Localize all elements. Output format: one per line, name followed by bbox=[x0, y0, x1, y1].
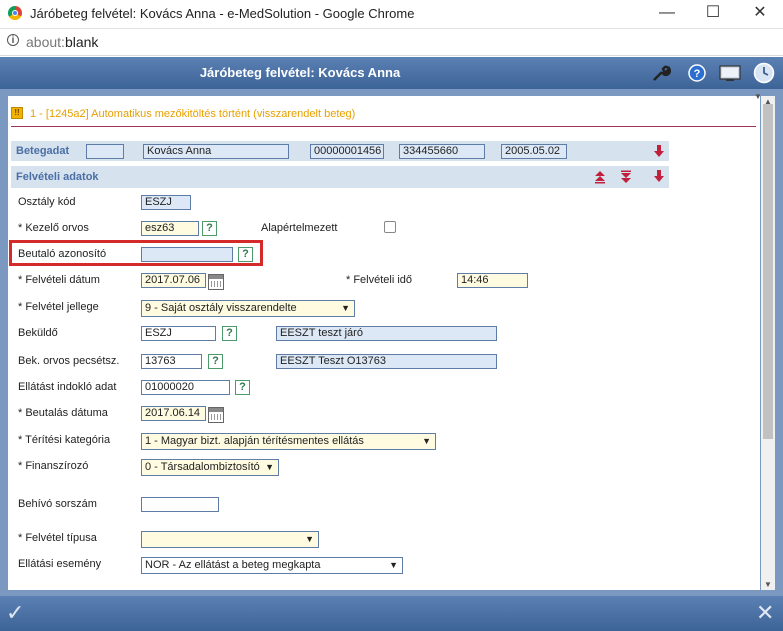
scroll-down-icon[interactable]: ▼ bbox=[764, 580, 772, 589]
admission-date-label: * Felvételi dátum bbox=[18, 274, 100, 286]
care-reason-input[interactable]: 01000020 bbox=[141, 380, 230, 395]
referring-doctor-help-button[interactable]: ? bbox=[208, 354, 223, 369]
attending-doctor-input[interactable]: esz63 bbox=[141, 221, 199, 236]
referring-doctor-stamp-label: Bek. orvos pecsétsz. bbox=[18, 355, 120, 367]
referral-date-label: * Beutalás dátuma bbox=[18, 407, 108, 419]
admission-type-label: * Felvétel típusa bbox=[18, 532, 97, 544]
admission-time-label: * Felvételi idő bbox=[346, 274, 413, 286]
admission-time-input[interactable]: 14:46 bbox=[457, 273, 528, 288]
patient-blank-field bbox=[86, 144, 124, 159]
warning-icon: !! bbox=[11, 107, 23, 119]
cancel-x-icon[interactable]: ✕ bbox=[756, 600, 774, 626]
referring-doctor-description-field: EESZT Teszt O13763 bbox=[276, 354, 497, 369]
window-titlebar: Járóbeteg felvétel: Kovács Anna - e-MedS… bbox=[0, 0, 783, 29]
patient-birthdate-field: 2005.05.02 bbox=[501, 144, 567, 159]
patient-id1-field: 00000001456 bbox=[310, 144, 384, 159]
admission-date-input[interactable]: 2017.07.06 bbox=[141, 273, 206, 288]
chevron-down-icon: ▼ bbox=[389, 560, 398, 570]
payment-category-select[interactable]: 1 - Magyar bizt. alapján térítésmentes e… bbox=[141, 433, 436, 450]
section-expand-down-icon[interactable] bbox=[653, 169, 665, 183]
admission-data-label: Felvételi adatok bbox=[16, 171, 99, 183]
clock-icon[interactable] bbox=[753, 62, 775, 84]
attending-doctor-label: * Kezelő orvos bbox=[18, 222, 89, 234]
close-button[interactable]: ✕ bbox=[737, 0, 783, 28]
autofill-message: !! 1 - [1245a2] Automatikus mezőkitöltés… bbox=[11, 104, 756, 127]
patient-data-label: Betegadat bbox=[16, 145, 70, 157]
care-event-select[interactable]: NOR - Az ellátást a beteg megkapta ▼ bbox=[141, 557, 403, 574]
app-header: Járóbeteg felvétel: Kovács Anna ? bbox=[0, 57, 783, 89]
patient-name-field: Kovács Anna bbox=[143, 144, 289, 159]
referral-date-input[interactable]: 2017.06.14 bbox=[141, 406, 206, 421]
department-code-field: ESZJ bbox=[141, 195, 191, 210]
url-text: about:blank bbox=[26, 34, 99, 50]
monitor-icon[interactable] bbox=[718, 63, 742, 83]
financier-label: * Finanszírozó bbox=[18, 460, 89, 472]
admission-data-bar: Felvételi adatok bbox=[11, 166, 669, 188]
care-reason-label: Ellátást indokló adat bbox=[18, 381, 117, 393]
call-number-label: Behívó sorszám bbox=[18, 498, 97, 510]
collapse-icon[interactable]: ▼ bbox=[754, 92, 762, 101]
chevron-down-icon: ▼ bbox=[341, 303, 350, 313]
highlight-box bbox=[9, 240, 263, 266]
sender-input[interactable]: ESZJ bbox=[141, 326, 216, 341]
chevron-down-icon: ▼ bbox=[265, 462, 274, 472]
care-reason-help-button[interactable]: ? bbox=[235, 380, 250, 395]
minimize-button[interactable]: — bbox=[644, 0, 690, 28]
address-bar[interactable]: i about:blank bbox=[0, 29, 783, 56]
chevron-down-icon: ▼ bbox=[422, 436, 431, 446]
svg-text:?: ? bbox=[694, 68, 701, 80]
calendar-icon[interactable] bbox=[208, 274, 224, 290]
ok-check-icon[interactable]: ✓ bbox=[6, 600, 24, 626]
help-icon[interactable]: ? bbox=[687, 63, 707, 83]
maximize-button[interactable]: ☐ bbox=[690, 0, 736, 28]
referring-doctor-stamp-input[interactable]: 13763 bbox=[141, 354, 202, 369]
sender-description-field: EESZT teszt járó bbox=[276, 326, 497, 341]
wrench-icon[interactable] bbox=[651, 63, 671, 83]
department-code-label: Osztály kód bbox=[18, 196, 76, 208]
info-icon[interactable]: i bbox=[7, 34, 19, 46]
patient-taj-field: 334455660 bbox=[399, 144, 485, 159]
scrollbar-thumb[interactable] bbox=[763, 104, 773, 439]
payment-category-label: * Térítési kategória bbox=[18, 434, 111, 446]
sender-help-button[interactable]: ? bbox=[222, 326, 237, 341]
call-number-input[interactable] bbox=[141, 497, 219, 512]
message-text: 1 - [1245a2] Automatikus mezőkitöltés tö… bbox=[30, 108, 356, 120]
expand-down-icon[interactable] bbox=[653, 144, 665, 158]
chrome-logo-icon bbox=[8, 6, 22, 20]
chevron-down-icon: ▼ bbox=[305, 534, 314, 544]
attending-doctor-help-button[interactable]: ? bbox=[202, 221, 217, 236]
care-event-label: Ellátási esemény bbox=[18, 558, 102, 570]
admission-type-select[interactable]: ▼ bbox=[141, 531, 319, 548]
referral-calendar-icon[interactable] bbox=[208, 407, 224, 423]
scroll-up-icon[interactable]: ▲ bbox=[764, 97, 772, 106]
app-title: Járóbeteg felvétel: Kovács Anna bbox=[199, 65, 401, 80]
default-checkbox[interactable] bbox=[384, 221, 396, 233]
admission-nature-label: * Felvétel jellege bbox=[18, 301, 99, 313]
admission-nature-select[interactable]: 9 - Saját osztály visszarendelte ▼ bbox=[141, 300, 355, 317]
default-label: Alapértelmezett bbox=[261, 222, 338, 234]
window-title: Járóbeteg felvétel: Kovács Anna - e-MedS… bbox=[30, 6, 415, 21]
double-up-icon[interactable] bbox=[594, 170, 606, 184]
double-down-icon[interactable] bbox=[620, 170, 632, 184]
sender-label: Beküldő bbox=[18, 327, 58, 339]
footer-bar: ✓ ✕ bbox=[0, 596, 783, 631]
financier-select[interactable]: 0 - Társadalombiztosító ▼ bbox=[141, 459, 279, 476]
